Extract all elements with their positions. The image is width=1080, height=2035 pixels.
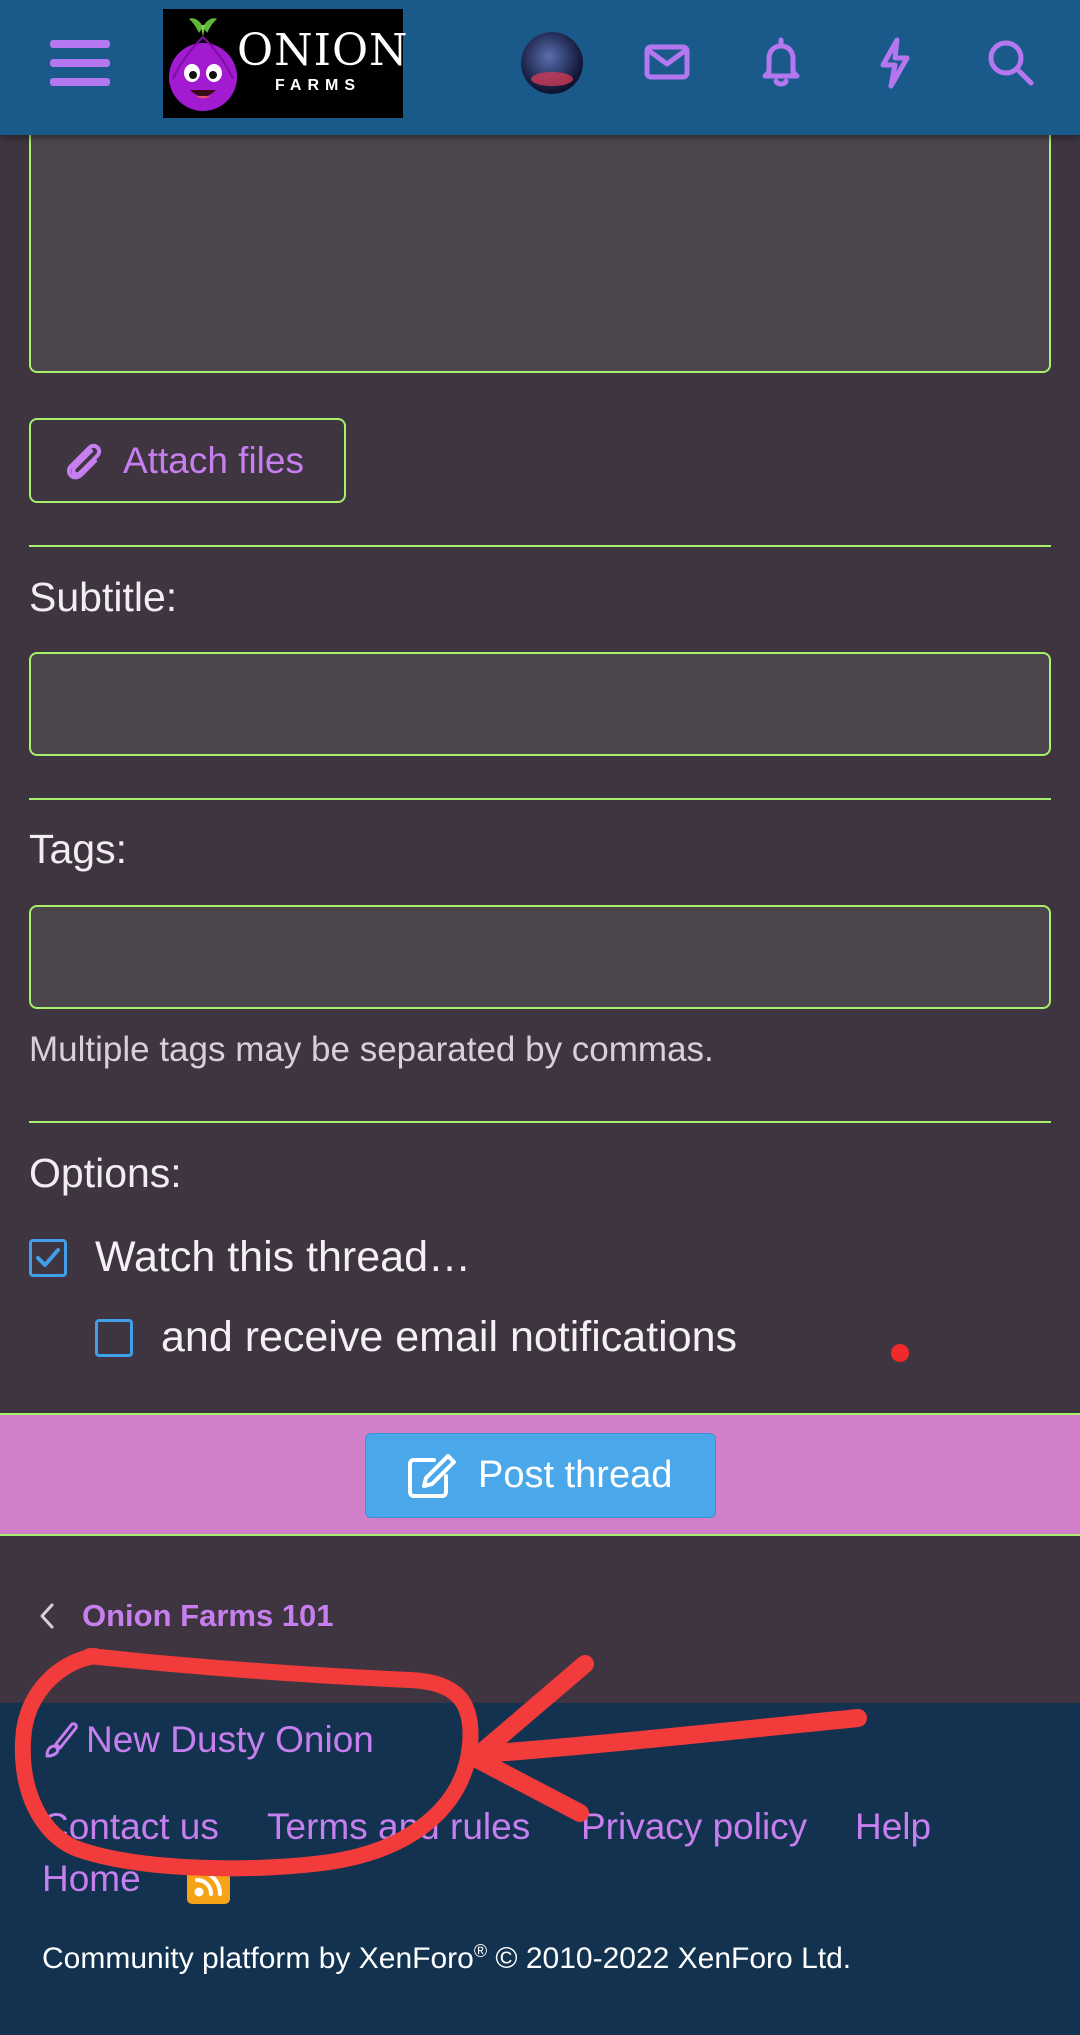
logo-subtext: FARMS bbox=[275, 77, 361, 94]
email-notifications-label[interactable]: and receive email notifications bbox=[161, 1313, 737, 1362]
tags-input[interactable] bbox=[29, 905, 1051, 1009]
red-dot-marker bbox=[891, 1344, 909, 1362]
divider bbox=[29, 1121, 1051, 1123]
help-link[interactable]: Help bbox=[855, 1806, 931, 1848]
message-editor[interactable] bbox=[29, 110, 1051, 373]
contact-us-link[interactable]: Contact us bbox=[42, 1806, 219, 1848]
form-submit-row: Post thread bbox=[0, 1413, 1080, 1536]
watch-thread-checkbox[interactable] bbox=[29, 1239, 67, 1277]
watch-thread-label[interactable]: Watch this thread… bbox=[95, 1233, 471, 1282]
divider bbox=[29, 545, 1051, 547]
terms-and-rules-link[interactable]: Terms and rules bbox=[267, 1806, 530, 1848]
logo-wordmark: ONION bbox=[237, 25, 409, 76]
bolt-icon[interactable] bbox=[863, 30, 927, 94]
options-label: Options: bbox=[29, 1150, 182, 1196]
home-link[interactable]: Home bbox=[42, 1858, 141, 1900]
onion-mascot-icon bbox=[169, 18, 237, 111]
edit-icon bbox=[408, 1453, 456, 1498]
chevron-left-icon bbox=[40, 1603, 54, 1629]
style-chooser-link[interactable]: New Dusty Onion bbox=[42, 1719, 374, 1761]
copyright-prefix: Community platform by XenForo bbox=[42, 1942, 474, 1975]
copyright-text: Community platform by XenForo® © 2010-20… bbox=[42, 1941, 851, 1976]
tags-label: Tags: bbox=[29, 826, 127, 872]
search-icon[interactable] bbox=[978, 30, 1042, 94]
style-chooser-label: New Dusty Onion bbox=[86, 1719, 374, 1760]
breadcrumb[interactable]: Onion Farms 101 bbox=[38, 1598, 334, 1634]
tags-hint: Multiple tags may be separated by commas… bbox=[29, 1030, 714, 1069]
rss-icon[interactable] bbox=[187, 1861, 230, 1904]
divider bbox=[29, 798, 1051, 800]
breadcrumb-forum-link[interactable]: Onion Farms 101 bbox=[82, 1598, 334, 1634]
menu-icon[interactable] bbox=[44, 32, 116, 94]
post-thread-button[interactable]: Post thread bbox=[365, 1433, 716, 1518]
attach-files-button[interactable]: Attach files bbox=[29, 418, 346, 503]
user-avatar[interactable] bbox=[521, 32, 583, 94]
subtitle-input[interactable] bbox=[29, 652, 1051, 756]
envelope-icon[interactable] bbox=[635, 30, 699, 94]
top-navigation-bar: ONION FARMS bbox=[0, 0, 1080, 135]
paperclip-icon bbox=[66, 443, 102, 479]
checkmark-icon bbox=[36, 1248, 60, 1267]
email-notifications-checkbox[interactable] bbox=[95, 1319, 133, 1357]
post-thread-label: Post thread bbox=[478, 1454, 673, 1496]
paintbrush-icon bbox=[45, 1722, 78, 1758]
copyright-suffix: © 2010-2022 XenForo Ltd. bbox=[487, 1942, 852, 1975]
bell-icon[interactable] bbox=[749, 30, 813, 94]
site-logo[interactable]: ONION FARMS bbox=[163, 9, 408, 118]
subtitle-label: Subtitle: bbox=[29, 574, 178, 620]
registered-mark: ® bbox=[473, 1941, 488, 1961]
attach-files-label: Attach files bbox=[123, 439, 304, 481]
privacy-policy-link[interactable]: Privacy policy bbox=[581, 1806, 807, 1848]
page-footer: New Dusty Onion Contact us Terms and rul… bbox=[0, 1703, 1080, 2035]
